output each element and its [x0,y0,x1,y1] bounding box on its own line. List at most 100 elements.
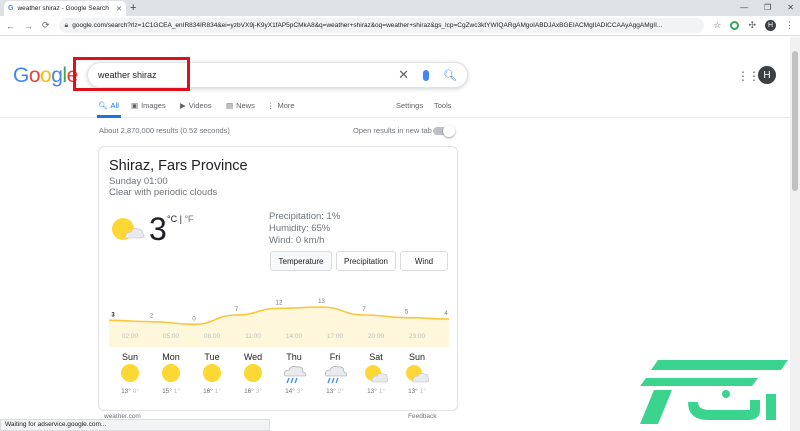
temperature-units: °C | °F [167,214,194,224]
scrollbar-thumb[interactable] [792,51,798,191]
tab-news[interactable]: ▤ News [226,101,255,110]
forecast-day-name[interactable]: Thu [286,352,302,362]
menu-icon[interactable]: ⋮ [785,20,794,31]
watermark-logo [640,360,788,424]
maximize-icon[interactable]: ❐ [764,1,771,15]
active-tab-indicator [97,115,121,118]
address-bar[interactable]: 🔒︎ google.com/search?rlz=1C1GCEA_enIR834… [58,18,705,33]
bookmark-star-icon[interactable]: ☆ [713,20,721,31]
minimize-icon[interactable]: — [740,1,748,15]
tab-videos[interactable]: ▶ Videos [180,101,212,110]
celsius-unit[interactable]: °C [167,214,177,224]
temperature-chart[interactable]: 3 2 0 7 12 13 7 5 4 [109,285,449,347]
image-icon: ▣ [131,101,139,110]
forecast-hilo-item: 16° 1° [203,388,221,395]
browser-toolbar: ← → ⟳ 🔒︎ google.com/search?rlz=1C1GCEA_e… [0,16,800,36]
clear-icon[interactable]: ✕ [398,67,409,83]
tab-label: More [277,101,295,110]
rain-cloud-icon[interactable] [281,364,307,389]
forecast-day-name[interactable]: Mon [162,352,180,362]
video-icon: ▶ [180,101,186,110]
tab-images[interactable]: ▣ Images [131,101,166,110]
forward-icon[interactable]: → [24,21,33,31]
forecast-hilo-item: 16° 3° [244,388,262,395]
account-avatar[interactable]: H [758,66,776,84]
forecast-day-name[interactable]: Wed [244,352,262,362]
profile-avatar[interactable]: H [765,20,776,31]
extension-icon[interactable] [730,21,740,30]
fahrenheit-unit[interactable]: °F [184,214,193,224]
new-tab-button[interactable]: + [130,1,136,15]
tab-label: Images [141,101,166,110]
wind-text: Wind: 0 km/h [269,235,325,246]
temperature-data-label: 13 [318,299,325,305]
tab-all[interactable]: 🔍︎ All [98,101,119,110]
rain-cloud-icon[interactable] [322,364,348,389]
weather-condition: Clear with periodic clouds [109,187,218,198]
partly-cloudy-icon[interactable] [404,364,430,389]
forecast-low: 3° [255,388,262,395]
forecast-low: 1° [173,388,180,395]
forecast-day-name[interactable]: Sat [369,352,383,362]
tab-label: News [236,101,255,110]
forecast-day-name[interactable]: Sun [122,352,138,362]
puzzle-icon[interactable]: ✣ [748,20,756,31]
forecast-high: 13° [367,388,379,395]
partly-cloudy-icon[interactable] [363,364,389,389]
forecast-hilo-item: 13° 0° [121,388,139,395]
tab-close-icon[interactable]: ✕ [116,5,122,13]
hour-label: 23:00 [408,333,426,340]
google-favicon-icon: G [8,5,14,12]
precipitation-button[interactable]: Precipitation [336,251,396,271]
forecast-hilo-item: 14° 3° [285,388,303,395]
partly-cloudy-icon [112,218,144,240]
current-temperature: 3 [149,211,167,247]
close-window-icon[interactable]: ✕ [787,1,794,15]
forecast-low: 0° [132,388,139,395]
hour-label: 14:00 [285,333,303,340]
open-new-tab-label: Open results in new tab [353,126,432,135]
lock-icon: 🔒︎ [64,21,69,29]
back-icon[interactable]: ← [6,21,15,31]
weather-card: Shiraz, Fars Province Sunday 01:00 Clear… [98,146,458,411]
temperature-data-label: 4 [444,311,448,317]
temperature-button[interactable]: Temperature [270,251,332,271]
google-logo[interactable]: Google [13,64,78,88]
forecast-hilo-item: 13° 2° [326,388,344,395]
news-icon: ▤ [226,101,234,110]
humidity-text: Humidity: 65% [269,223,331,234]
weather-mode-buttons: Temperature Precipitation Wind [270,251,448,271]
feedback-link[interactable]: Feedback [408,413,437,420]
temperature-data-label: 2 [150,314,154,320]
forecast-day-name[interactable]: Sun [409,352,425,362]
forecast-high: 13° [121,388,133,395]
settings-link[interactable]: Settings [396,101,423,110]
wind-button[interactable]: Wind [400,251,448,271]
forecast-low: 1° [419,388,426,395]
status-bar: Waiting for adservice.google.com... [0,419,270,431]
result-stats: About 2,870,000 results (0.52 seconds) [99,126,230,135]
tab-more[interactable]: ⋮ More [267,101,295,110]
reload-icon[interactable]: ⟳ [42,20,50,31]
tab-title: weather shiraz - Google Search [17,5,109,12]
browser-titlebar: G weather shiraz - Google Search ✕ + — ❐… [0,0,800,16]
hour-label: 17:00 [326,333,344,340]
forecast-low: 1° [378,388,385,395]
forecast-high: 16° [203,388,215,395]
weather-datetime: Sunday 01:00 [109,176,168,187]
browser-tab[interactable]: G weather shiraz - Google Search ✕ [4,1,126,16]
open-new-tab-toggle[interactable] [433,125,455,137]
hour-label: 08:00 [203,333,221,340]
forecast-hilo-item: 13° 1° [408,388,426,395]
highlight-annotation-box [73,57,190,91]
url-text: google.com/search?rlz=1C1GCEA_enIR834IR8… [72,22,663,29]
microphone-icon[interactable] [423,69,430,81]
hour-label: 05:00 [162,333,180,340]
forecast-day-name[interactable]: Tue [204,352,219,362]
tools-link[interactable]: Tools [434,101,452,110]
forecast-day-name[interactable]: Fri [330,352,341,362]
tab-label: All [110,101,119,110]
weather-location[interactable]: Shiraz, Fars Province [109,158,248,174]
search-icon[interactable]: 🔍︎ [443,69,457,82]
more-icon: ⋮ [267,101,275,110]
